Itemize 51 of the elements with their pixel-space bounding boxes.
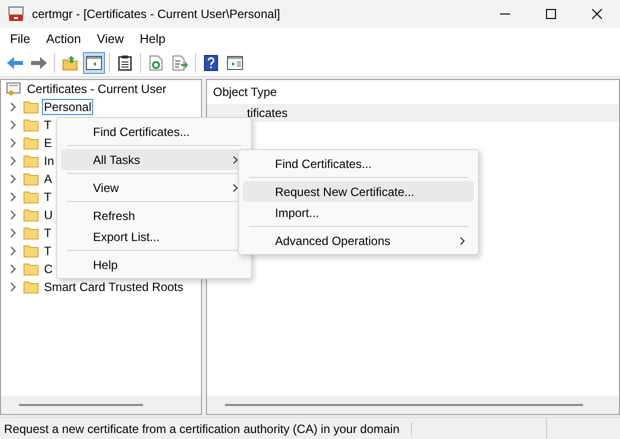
tree-item[interactable]: T bbox=[42, 225, 54, 241]
tree-item[interactable]: In bbox=[42, 153, 56, 169]
window-title: certmgr - [Certificates - Current User\Personal] bbox=[32, 7, 282, 21]
status-text: Request a new certificate from a certification authority (CA) in your domain bbox=[0, 422, 412, 436]
folder-icon bbox=[23, 136, 39, 150]
folder-up-icon bbox=[62, 55, 78, 71]
folder-icon bbox=[23, 154, 39, 168]
tree-root-label[interactable]: Certificates - Current User bbox=[25, 81, 168, 97]
help-icon bbox=[204, 55, 218, 71]
tree-item[interactable]: C bbox=[42, 261, 55, 277]
tree-item[interactable]: Personal bbox=[42, 99, 94, 115]
refresh-icon bbox=[149, 55, 163, 71]
folder-icon bbox=[23, 280, 39, 294]
menu-item[interactable]: Help bbox=[61, 254, 247, 275]
folder-icon bbox=[23, 262, 39, 276]
folder-icon bbox=[23, 190, 39, 204]
tree-item[interactable]: E bbox=[42, 135, 54, 151]
column-header[interactable]: Object Type bbox=[207, 80, 619, 104]
back-arrow-icon bbox=[6, 56, 24, 70]
folder-icon bbox=[23, 226, 39, 240]
folder-icon bbox=[23, 244, 39, 258]
tree-item[interactable]: T bbox=[42, 243, 54, 259]
menu-item[interactable]: Request New Certificate... bbox=[243, 181, 474, 202]
menu-bar-item[interactable]: File bbox=[2, 30, 38, 48]
tree-item[interactable]: Smart Card Trusted Roots bbox=[42, 279, 186, 295]
scrollbar-thumb[interactable] bbox=[225, 404, 583, 406]
menu-item[interactable]: Advanced Operations bbox=[243, 230, 474, 251]
maximize-icon bbox=[546, 9, 556, 19]
toolbar-button[interactable] bbox=[83, 52, 105, 74]
console-tree-icon bbox=[86, 56, 102, 70]
forward-arrow-icon bbox=[30, 56, 48, 70]
menu-item[interactable]: Find Certificates... bbox=[61, 121, 247, 142]
tree-item[interactable]: T bbox=[42, 117, 54, 133]
action-pane-icon bbox=[227, 56, 243, 70]
menu-bar-item[interactable]: View bbox=[88, 30, 132, 48]
clipboard-icon bbox=[118, 55, 132, 71]
app-icon bbox=[8, 6, 24, 22]
menu-bar-item[interactable]: Help bbox=[132, 30, 174, 48]
tree-item[interactable]: U bbox=[42, 207, 55, 223]
list-row[interactable]: tificates bbox=[207, 104, 619, 122]
folder-icon bbox=[23, 100, 39, 114]
menu-item[interactable]: Import... bbox=[243, 202, 474, 223]
tree-item[interactable]: A bbox=[42, 171, 54, 187]
folder-icon bbox=[23, 172, 39, 186]
folder-icon bbox=[23, 118, 39, 132]
close-icon bbox=[592, 9, 602, 19]
scrollbar-thumb[interactable] bbox=[19, 404, 143, 406]
tree-item[interactable]: T bbox=[42, 189, 54, 205]
menu-bar-item[interactable]: Action bbox=[38, 30, 89, 48]
export-list-icon bbox=[172, 55, 188, 71]
folder-icon bbox=[23, 208, 39, 222]
